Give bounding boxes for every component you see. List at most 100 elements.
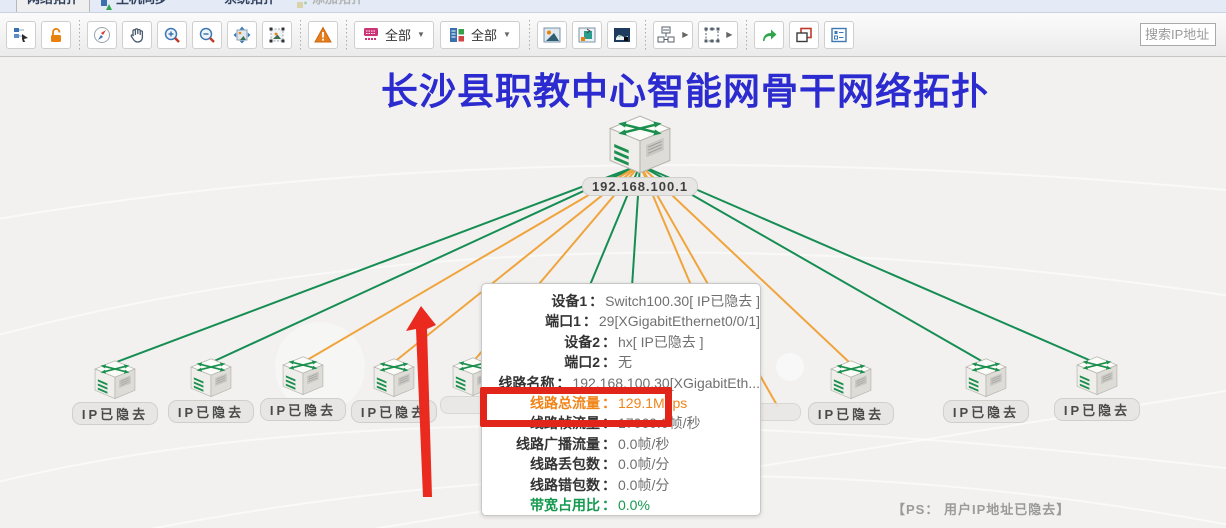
compass-button[interactable] (87, 21, 117, 49)
alarm-warning-icon (314, 26, 332, 44)
tab-strip: 网络拓扑 主机同步 系统拓扑 添加拓扑 (0, 0, 1226, 13)
compass-icon (93, 26, 111, 44)
sync-icon (100, 0, 112, 5)
ps-note: 【PS： 用户IP地址已隐去】 (892, 499, 1070, 518)
overlay-image-button[interactable] (572, 21, 602, 49)
export-icon (760, 27, 778, 43)
pan-hand-icon (128, 26, 146, 44)
tooltip-row: 线路广播流量：0.0帧/秒 (482, 434, 760, 454)
node-label[interactable]: IP已隐去 (260, 398, 346, 421)
arrange-windows-button[interactable] (789, 21, 819, 49)
unlock-button[interactable] (41, 21, 71, 49)
device-filter-label: 全部 (385, 25, 411, 44)
network-topology-app: 网络拓扑 主机同步 系统拓扑 添加拓扑 (0, 0, 1226, 528)
node-label[interactable]: IP已隐去 (72, 402, 158, 425)
search-input[interactable] (1140, 23, 1216, 46)
chevron-down-icon: ▼ (503, 30, 511, 39)
toolbar-separator (529, 20, 530, 50)
node-label[interactable]: IP已隐去 (1054, 398, 1140, 421)
tab-add-topology: 添加拓扑 (286, 0, 374, 13)
topology-tree-icon (12, 26, 30, 44)
node-label[interactable]: IP已隐去 (808, 402, 894, 425)
tab-system-topology[interactable]: 系统拓扑 (214, 0, 286, 13)
node-label[interactable]: IP已隐去 (943, 400, 1029, 423)
node-label[interactable]: 192.168.100.1 (582, 177, 698, 196)
device-filter-dropdown[interactable]: 全部 ▼ (354, 21, 434, 49)
obscured-node-label[interactable] (755, 403, 801, 421)
switch-icon (281, 356, 325, 396)
chevron-down-icon: ▼ (417, 30, 425, 39)
tooltip-row: 端口2：无 (482, 352, 760, 372)
fit-view-button[interactable] (227, 21, 257, 49)
arrange-windows-icon (795, 27, 813, 43)
device-node[interactable]: IP已隐去 (963, 358, 1009, 423)
switch-icon (93, 360, 137, 400)
fit-view-icon (233, 26, 251, 44)
topology-title: 长沙县职教中心智能网骨干网络拓扑 (330, 61, 1040, 115)
node-label[interactable]: IP已隐去 (351, 400, 437, 423)
switch-icon (372, 358, 416, 398)
background-image-button[interactable] (537, 21, 567, 49)
device-node[interactable]: IP已隐去 (371, 358, 417, 423)
zoom-out-button[interactable] (192, 21, 222, 49)
main-toolbar: 全部 ▼ 全部 ▼ ▶ ▶ (0, 13, 1226, 57)
dark-image-icon (613, 27, 631, 43)
switch-icon (189, 358, 233, 398)
alarm-warning-button[interactable] (308, 21, 338, 49)
chevron-right-icon: ▶ (682, 30, 688, 39)
toolbar-separator (300, 20, 301, 50)
tab-network-topology[interactable]: 网络拓扑 (16, 0, 90, 13)
topology-tree-button[interactable] (6, 21, 36, 49)
unlock-icon (47, 26, 65, 44)
add-icon (296, 0, 308, 5)
status-filter-dropdown[interactable]: 全部 ▼ (440, 21, 520, 49)
tooltip-row: 设备2：hx[ IP已隐去 ] (482, 332, 760, 352)
zoom-out-icon (198, 26, 216, 44)
pan-hand-button[interactable] (122, 21, 152, 49)
tooltip-row: 线路丢包数：0.0帧/分 (482, 454, 760, 474)
export-button[interactable] (754, 21, 784, 49)
tab-host-sync[interactable]: 主机同步 (90, 0, 178, 13)
legend-form-button[interactable] (824, 21, 854, 49)
zoom-in-icon (163, 26, 181, 44)
tab-label: 主机同步 (116, 0, 168, 13)
red-highlight-box (480, 387, 672, 427)
topology-canvas[interactable]: 长沙县职教中心智能网骨干网络拓扑 192.168.100.1 IP已隐去 IP已… (0, 57, 1226, 528)
hierarchical-layout-button[interactable]: ▶ (653, 21, 693, 49)
device-node[interactable]: IP已隐去 (1074, 356, 1120, 421)
node-label[interactable]: IP已隐去 (168, 400, 254, 423)
device-node[interactable]: IP已隐去 (828, 360, 874, 425)
select-region-button[interactable] (262, 21, 292, 49)
zoom-in-button[interactable] (157, 21, 187, 49)
switch-icon (1075, 356, 1119, 396)
toolbar-separator (645, 20, 646, 50)
switch-icon (829, 360, 873, 400)
status-filter-label: 全部 (471, 25, 497, 44)
tab-label: 添加拓扑 (312, 0, 364, 13)
search-area (1140, 23, 1216, 46)
tooltip-row: 线路错包数：0.0帧/分 (482, 475, 760, 495)
device-node[interactable]: IP已隐去 (92, 360, 138, 425)
dark-image-button[interactable] (607, 21, 637, 49)
device-filter-icon (363, 27, 379, 42)
switch-icon (964, 358, 1008, 398)
tooltip-row: 端口1：29[XGigabitEthernet0/0/1] (482, 311, 760, 331)
hierarchical-layout-icon (657, 26, 679, 44)
chevron-right-icon: ▶ (726, 30, 732, 39)
toolbar-separator (79, 20, 80, 50)
switch-icon (607, 115, 673, 175)
device-node[interactable]: IP已隐去 (280, 356, 326, 421)
legend-form-icon (830, 27, 848, 43)
device-node[interactable]: IP已隐去 (188, 358, 234, 423)
core-switch-node[interactable]: 192.168.100.1 (606, 115, 674, 196)
status-filter-icon (449, 27, 465, 43)
tab-label: 系统拓扑 (224, 0, 276, 13)
grid-layout-icon (703, 26, 723, 44)
overlay-image-icon (578, 27, 596, 43)
toolbar-separator (746, 20, 747, 50)
tooltip-row: 设备1：Switch100.30[ IP已隐去 ] (482, 291, 760, 311)
grid-layout-button[interactable]: ▶ (698, 21, 738, 49)
tooltip-row-bandwidth: 带宽占用比：0.0% (482, 495, 760, 515)
select-region-icon (268, 26, 286, 44)
background-image-icon (543, 27, 561, 43)
